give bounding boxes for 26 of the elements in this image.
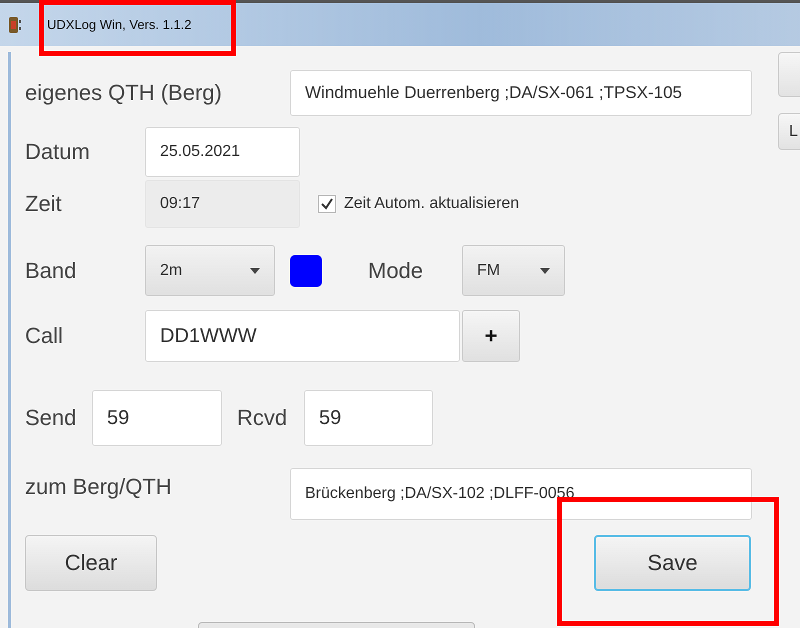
field-label: Zeit [25,191,63,217]
field-label: Datum [25,139,91,165]
clear-button[interactable]: Clear [25,535,157,591]
field-label: Call [25,323,64,349]
field-label: zum Berg/QTH [25,473,173,500]
window-title: UDXLog Win, Vers. 1.1.2 [47,17,192,32]
rcvd-field[interactable]: 59 [304,390,433,446]
app-icon [8,14,22,34]
field-label: Band [25,258,78,284]
own-qth-field[interactable]: Windmuehle Duerrenberg ;DA/SX-061 ;TPSX-105 [290,70,752,116]
send-field[interactable]: 59 [92,390,222,446]
caret-icon [250,268,260,274]
date-field[interactable]: 25.05.2021 [145,127,300,177]
band-dropdown[interactable]: 2m [145,245,275,296]
checkmark-icon [320,197,334,211]
add-button[interactable]: + [462,310,520,362]
field-label: Mode [368,258,424,284]
call-field[interactable]: DD1WWW [145,310,460,362]
save-button[interactable]: Save [594,535,751,591]
to-qth-field[interactable]: Brückenberg ;DA/SX-102 ;DLFF-0056 [290,468,752,520]
field-label: Rcvd [237,405,288,431]
field-label: Send [25,405,78,431]
caret-icon [540,268,550,274]
side-button[interactable]: L [778,113,800,150]
mode-dropdown[interactable]: FM [462,245,565,296]
field-label: eigenes QTH (Berg) [25,79,223,107]
